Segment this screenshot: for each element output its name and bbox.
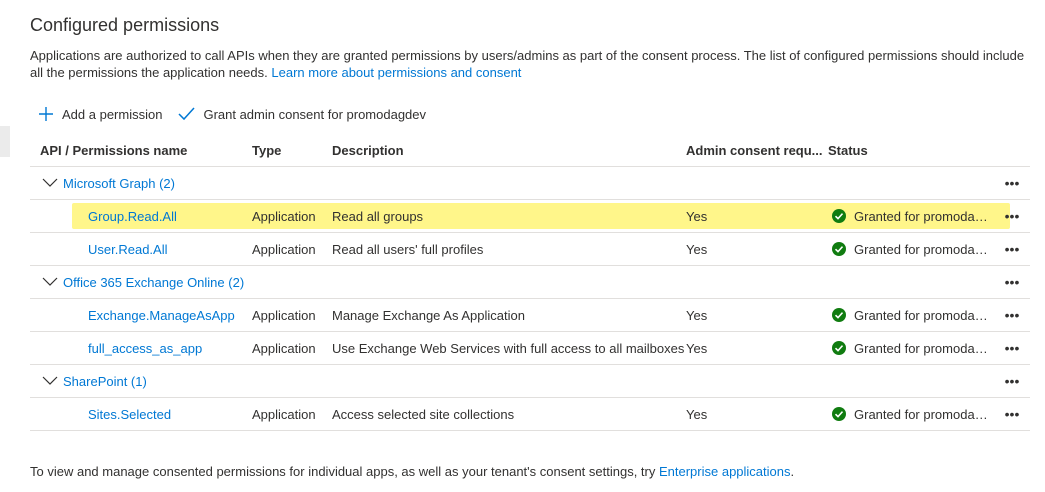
group-toggle[interactable]: Office 365 Exchange Online (2) [42, 266, 244, 298]
group-toggle[interactable]: SharePoint (1) [42, 365, 147, 397]
col-header-status[interactable]: Status [828, 135, 868, 166]
more-options-icon[interactable]: ••• [1002, 299, 1022, 331]
check-circle-icon [832, 308, 846, 322]
page-title: Configured permissions [30, 15, 220, 35]
admin-consent-value: Yes [686, 406, 708, 422]
learn-more-link[interactable]: Learn more about permissions and consent [271, 65, 521, 80]
status-cell: Granted for promodagd... [832, 200, 998, 232]
table-row: Group.Read.All Application Read all grou… [30, 200, 1030, 233]
admin-consent-value: Yes [686, 340, 708, 356]
footer-paragraph: To view and manage consented permissions… [30, 464, 794, 479]
table-row: User.Read.All Application Read all users… [30, 233, 1030, 266]
chevron-down-icon [42, 376, 58, 385]
more-options-icon[interactable]: ••• [1002, 332, 1022, 364]
permission-name-link[interactable]: Exchange.ManageAsApp [88, 299, 235, 331]
grant-admin-consent-button[interactable]: Grant admin consent for promodagdev [178, 107, 426, 122]
side-scroll-marker [0, 126, 10, 157]
toolbar: Add a permission Grant admin consent for… [38, 103, 442, 125]
enterprise-applications-link[interactable]: Enterprise applications [659, 464, 791, 479]
permission-description: Read all groups [332, 208, 424, 224]
admin-consent-value: Yes [686, 307, 708, 323]
check-circle-icon [832, 341, 846, 355]
table-header-row: API / Permissions name Type Description … [30, 135, 1030, 167]
add-permission-button[interactable]: Add a permission [38, 106, 162, 122]
check-circle-icon [832, 407, 846, 421]
group-row-exchange-online[interactable]: Office 365 Exchange Online (2) ••• [30, 266, 1030, 299]
status-text: Granted for promodagd... [854, 307, 994, 323]
intro-text: Applications are authorized to call APIs… [30, 48, 1025, 80]
permission-description: Access selected site collections [332, 406, 515, 422]
checkmark-icon [178, 107, 196, 121]
group-label: SharePoint (1) [63, 373, 147, 389]
permission-name-link[interactable]: full_access_as_app [88, 332, 202, 364]
permission-type: Application [252, 208, 316, 224]
add-permission-label: Add a permission [62, 106, 163, 122]
check-circle-icon [832, 242, 846, 256]
status-text: Granted for promodagd... [854, 406, 994, 422]
col-header-name[interactable]: API / Permissions name [40, 135, 187, 166]
admin-consent-value: Yes [686, 208, 708, 224]
plus-icon [39, 107, 53, 121]
col-header-type[interactable]: Type [252, 135, 281, 166]
status-cell: Granted for promodagd... [832, 398, 998, 430]
more-options-icon[interactable]: ••• [1002, 365, 1022, 397]
more-options-icon[interactable]: ••• [1002, 266, 1022, 298]
status-cell: Granted for promodagd... [832, 233, 998, 265]
status-cell: Granted for promodagd... [832, 332, 998, 364]
col-header-description[interactable]: Description [332, 135, 404, 166]
status-text: Granted for promodagd... [854, 208, 994, 224]
permission-type: Application [252, 340, 316, 356]
chevron-down-icon [42, 277, 58, 286]
check-circle-icon [832, 209, 846, 223]
intro-paragraph: Applications are authorized to call APIs… [30, 47, 1030, 81]
col-header-admin-consent[interactable]: Admin consent requ... [686, 135, 823, 166]
permission-description: Use Exchange Web Services with full acce… [332, 340, 685, 356]
status-text: Granted for promodagd... [854, 340, 994, 356]
table-row: full_access_as_app Application Use Excha… [30, 332, 1030, 365]
group-toggle[interactable]: Microsoft Graph (2) [42, 167, 175, 199]
group-row-microsoft-graph[interactable]: Microsoft Graph (2) ••• [30, 167, 1030, 200]
permission-name-link[interactable]: User.Read.All [88, 233, 167, 265]
more-options-icon[interactable]: ••• [1002, 398, 1022, 430]
more-options-icon[interactable]: ••• [1002, 167, 1022, 199]
permission-description: Read all users' full profiles [332, 241, 484, 257]
group-label: Office 365 Exchange Online (2) [63, 274, 245, 290]
more-options-icon[interactable]: ••• [1002, 233, 1022, 265]
permissions-table: API / Permissions name Type Description … [30, 135, 1030, 431]
footer-period: . [790, 464, 795, 479]
group-label: Microsoft Graph (2) [63, 175, 175, 191]
chevron-down-icon [42, 178, 58, 187]
permission-type: Application [252, 241, 316, 257]
permission-name-link[interactable]: Sites.Selected [88, 398, 171, 430]
table-row: Sites.Selected Application Access select… [30, 398, 1030, 431]
permission-name-link[interactable]: Group.Read.All [88, 200, 177, 232]
permission-description: Manage Exchange As Application [332, 307, 525, 323]
group-row-sharepoint[interactable]: SharePoint (1) ••• [30, 365, 1030, 398]
permission-type: Application [252, 307, 316, 323]
admin-consent-value: Yes [686, 241, 708, 257]
grant-admin-consent-label: Grant admin consent for promodagdev [203, 106, 427, 122]
status-cell: Granted for promodagd... [832, 299, 998, 331]
table-row: Exchange.ManageAsApp Application Manage … [30, 299, 1030, 332]
footer-text: To view and manage consented permissions… [30, 464, 659, 479]
more-options-icon[interactable]: ••• [1002, 200, 1022, 232]
permission-type: Application [252, 406, 316, 422]
status-text: Granted for promodagd... [854, 241, 994, 257]
